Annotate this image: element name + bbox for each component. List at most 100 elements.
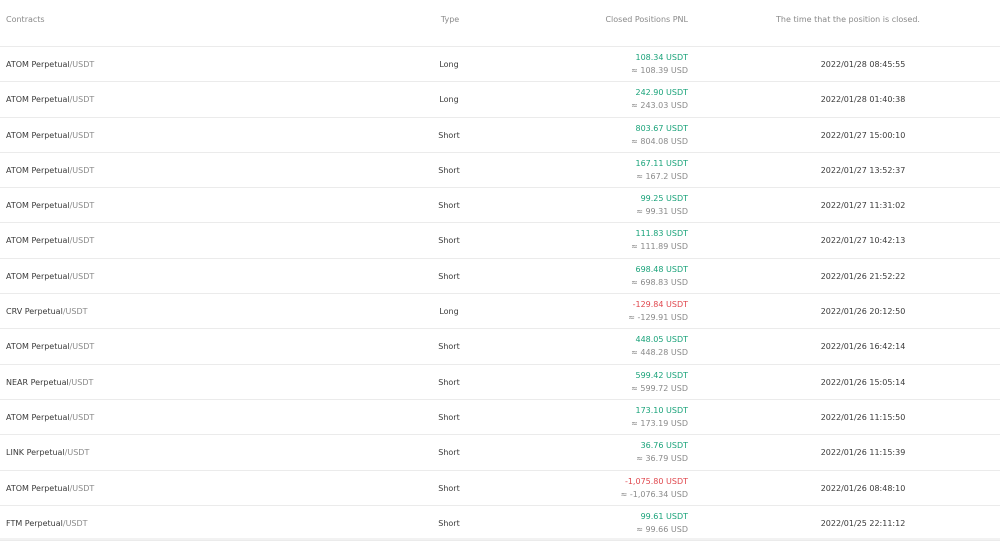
contract-symbol: ATOM Perpetual <box>6 236 70 246</box>
table-row[interactable]: ATOM Perpetual/USDT Short 803.67 USDT ≈ 804… <box>0 118 1000 153</box>
contract-cell[interactable]: ATOM Perpetual/USDT <box>6 412 94 423</box>
contract-cell[interactable]: ATOM Perpetual/USDT <box>6 165 94 176</box>
close-time: 2022/01/26 21:52:22 <box>820 271 906 281</box>
table-row[interactable]: ATOM Perpetual/USDT Short 173.10 USDT ≈ 173… <box>0 400 1000 436</box>
contract-quote: /USDT <box>69 60 95 69</box>
contract-cell[interactable]: ATOM Perpetual/USDT <box>6 341 94 352</box>
pnl-usd: ≈ 167.2 USD <box>636 171 688 181</box>
contract-quote: /USDT <box>68 377 94 387</box>
contract-cell[interactable]: ATOM Perpetual/USDT <box>6 483 94 494</box>
position-type: Short <box>438 271 460 281</box>
position-type: Short <box>438 130 460 140</box>
contract-quote: /USDT <box>69 165 95 175</box>
table-row[interactable]: ATOM Perpetual/USDT Short 448.05 USDT ≈ 448… <box>0 329 1000 365</box>
header-type[interactable]: Type <box>420 14 480 26</box>
contract-cell[interactable]: LINK Perpetual/USDT <box>6 447 89 458</box>
pnl-usdt: 99.61 USDT <box>640 511 688 521</box>
position-type: Long <box>439 307 459 317</box>
table-row[interactable]: ATOM Perpetual/USDT Short 99.25 USDT ≈ 99.3… <box>0 188 1000 224</box>
pnl-usd: ≈ 111.89 USD <box>631 242 688 252</box>
close-time: 2022/01/26 15:05:14 <box>820 377 906 387</box>
pnl-usdt: 108.34 USDT <box>635 53 688 62</box>
close-time: 2022/01/28 08:45:55 <box>820 60 906 69</box>
position-type: Short <box>438 518 460 528</box>
pnl-usdt: -129.84 USDT <box>632 300 688 310</box>
contract-cell[interactable]: ATOM Perpetual/USDT <box>6 59 94 70</box>
contract-quote: /USDT <box>69 236 95 246</box>
table-row[interactable]: ATOM Perpetual/USDT Short 111.83 USDT ≈ 111… <box>0 223 1000 259</box>
position-type: Short <box>438 448 460 458</box>
pnl-usdt: 242.90 USDT <box>635 88 688 98</box>
contract-cell[interactable]: ATOM Perpetual/USDT <box>6 271 94 282</box>
pnl-usd: ≈ 243.03 USD <box>631 101 688 111</box>
pnl-usd: ≈ 108.39 USD <box>631 66 688 75</box>
header-close-time[interactable]: The time that the position is closed. <box>760 14 936 26</box>
bottom-divider <box>0 538 1000 540</box>
pnl-usd: ≈ 36.79 USD <box>636 454 688 464</box>
table-row[interactable]: FTM Perpetual/USDT Short 99.61 USDT ≈ 99.66… <box>0 506 1000 541</box>
pnl-usdt: 167.11 USDT <box>635 158 688 168</box>
table-row[interactable]: ATOM Perpetual/USDT Short -1,075.80 USDT ≈ … <box>0 471 1000 506</box>
contract-quote: /USDT <box>69 483 95 493</box>
contract-cell[interactable]: ATOM Perpetual/USDT <box>6 235 94 246</box>
contract-symbol: FTM Perpetual <box>6 518 63 528</box>
contract-quote: /USDT <box>69 130 95 140</box>
close-time: 2022/01/26 11:15:50 <box>820 412 906 422</box>
contract-symbol: CRV Perpetual <box>6 307 63 317</box>
position-type: Long <box>439 95 459 105</box>
close-time: 2022/01/27 11:31:02 <box>820 201 906 211</box>
pnl-usd: ≈ 99.31 USD <box>636 207 688 217</box>
table-row[interactable]: ATOM Perpetual/USDT Short 167.11 USDT ≈ 167… <box>0 153 1000 189</box>
header-pnl[interactable]: Closed Positions PNL <box>560 14 688 26</box>
close-time: 2022/01/26 11:15:39 <box>820 448 906 458</box>
table-row[interactable]: ATOM Perpetual/USDT Short 698.48 USDT ≈ 698… <box>0 259 1000 295</box>
close-time: 2022/01/26 20:12:50 <box>820 307 906 317</box>
table-row[interactable]: LINK Perpetual/USDT Short 36.76 USDT ≈ 36.7… <box>0 435 1000 471</box>
table-row[interactable]: CRV Perpetual/USDT Long -129.84 USDT ≈ -129… <box>0 294 1000 330</box>
header-contracts[interactable]: Contracts <box>6 14 45 26</box>
contract-quote: /USDT <box>69 95 95 105</box>
table-row[interactable]: NEAR Perpetual/USDT Short 599.42 USDT ≈ 599… <box>0 365 1000 400</box>
position-type: Short <box>438 201 460 211</box>
pnl-usdt: 803.67 USDT <box>635 123 688 133</box>
contract-symbol: ATOM Perpetual <box>6 342 70 352</box>
position-type: Short <box>438 342 460 352</box>
contract-quote: /USDT <box>64 448 90 458</box>
close-time: 2022/01/27 10:42:13 <box>820 236 906 246</box>
contract-cell[interactable]: ATOM Perpetual/USDT <box>6 130 94 141</box>
close-time: 2022/01/26 16:42:14 <box>820 342 906 352</box>
close-time: 2022/01/25 22:11:12 <box>820 518 906 528</box>
pnl-usd: ≈ 448.28 USD <box>631 348 688 358</box>
contract-quote: /USDT <box>69 201 95 211</box>
close-time: 2022/01/27 15:00:10 <box>820 130 906 140</box>
contract-cell[interactable]: ATOM Perpetual/USDT <box>6 94 94 105</box>
contract-quote: /USDT <box>62 307 88 317</box>
contract-symbol: ATOM Perpetual <box>6 271 70 281</box>
table-body: ATOM Perpetual/USDT Long 108.34 USDT ≈ 108.… <box>0 47 1000 541</box>
table-row[interactable]: ATOM Perpetual/USDT Long 242.90 USDT ≈ 243.… <box>0 82 1000 118</box>
position-type: Short <box>438 412 460 422</box>
contract-cell[interactable]: NEAR Perpetual/USDT <box>6 377 93 388</box>
contract-quote: /USDT <box>69 271 95 281</box>
position-type: Long <box>439 60 459 69</box>
contract-cell[interactable]: ATOM Perpetual/USDT <box>6 200 94 211</box>
pnl-usdt: 36.76 USDT <box>640 441 688 451</box>
contract-cell[interactable]: CRV Perpetual/USDT <box>6 306 88 317</box>
table-row[interactable]: ATOM Perpetual/USDT Long 108.34 USDT ≈ 108.… <box>0 47 1000 83</box>
closed-positions-table: Contracts Type Closed Positions PNL The … <box>0 0 1000 542</box>
position-type: Short <box>438 483 460 493</box>
contract-symbol: ATOM Perpetual <box>6 165 70 175</box>
contract-cell[interactable]: FTM Perpetual/USDT <box>6 518 88 529</box>
pnl-usdt: 599.42 USDT <box>635 370 688 380</box>
contract-quote: /USDT <box>69 342 95 352</box>
pnl-usd: ≈ 173.19 USD <box>631 418 688 428</box>
pnl-usdt: 698.48 USDT <box>635 264 688 274</box>
pnl-usd: ≈ -129.91 USD <box>628 313 688 323</box>
pnl-usdt: 111.83 USDT <box>635 229 688 239</box>
contract-symbol: ATOM Perpetual <box>6 412 70 422</box>
pnl-usdt: 448.05 USDT <box>635 335 688 345</box>
pnl-usdt: 173.10 USDT <box>635 405 688 415</box>
contract-symbol: ATOM Perpetual <box>6 60 70 69</box>
contract-symbol: ATOM Perpetual <box>6 130 70 140</box>
pnl-usdt: -1,075.80 USDT <box>624 476 688 486</box>
